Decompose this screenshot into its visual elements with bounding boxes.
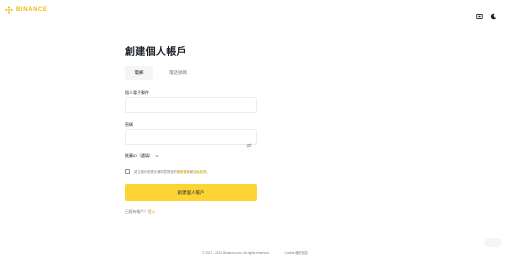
login-prompt-row: 已經有帳戶？登入 <box>125 210 155 215</box>
referral-label: 推薦ID（選填） <box>125 153 153 158</box>
privacy-policy-link[interactable]: 隱私政策 <box>193 170 206 174</box>
theme-toggle-icon[interactable] <box>490 7 497 20</box>
download-icon[interactable] <box>476 7 483 20</box>
top-bar: BINANCE <box>0 0 510 22</box>
terms-agreement: 創立帳戶即表示我同意幣安的服務條款和隱私政策。 <box>125 169 257 174</box>
email-field-wrapper <box>125 97 257 117</box>
binance-logo-text: BINANCE <box>16 7 48 13</box>
terms-text: 創立帳戶即表示我同意幣安的服務條款和隱私政策。 <box>134 169 210 174</box>
chevron-down-icon <box>155 154 159 158</box>
create-account-button[interactable]: 創建個人帳戶 <box>125 184 257 201</box>
terms-checkbox[interactable] <box>125 169 130 174</box>
terms-prefix: 創立帳戶即表示我同意幣安的 <box>134 170 177 174</box>
cookie-preferences-link[interactable]: Cookie 偏好設定 <box>284 251 308 255</box>
terms-suffix: 。 <box>206 170 210 174</box>
tab-phone[interactable]: 電話號碼 <box>161 66 195 80</box>
password-field-wrapper <box>125 129 257 149</box>
page-title: 創建個人帳戶 <box>125 47 187 58</box>
login-prompt: 已經有帳戶？ <box>125 210 148 214</box>
email-label: 個人電子郵件 <box>125 90 149 95</box>
hide-password-icon[interactable] <box>246 135 252 148</box>
tab-email[interactable]: 電郵 <box>125 66 153 80</box>
binance-logo-icon <box>5 6 13 14</box>
binance-logo[interactable]: BINANCE <box>5 6 48 14</box>
password-label: 密碼 <box>125 122 133 127</box>
password-field[interactable] <box>126 135 256 149</box>
footer: © 2017 - 2021 Binance.com. All rights re… <box>0 250 510 255</box>
signup-method-tabs: 電郵 電話號碼 <box>125 66 257 80</box>
email-field[interactable] <box>126 103 256 117</box>
referral-toggle[interactable]: 推薦ID（選填） <box>125 153 159 159</box>
support-widget[interactable] <box>484 238 502 247</box>
copyright-text: © 2017 - 2021 Binance.com. All rights re… <box>201 251 269 255</box>
login-link[interactable]: 登入 <box>148 210 156 214</box>
terms-of-service-link[interactable]: 服務條款 <box>177 170 190 174</box>
